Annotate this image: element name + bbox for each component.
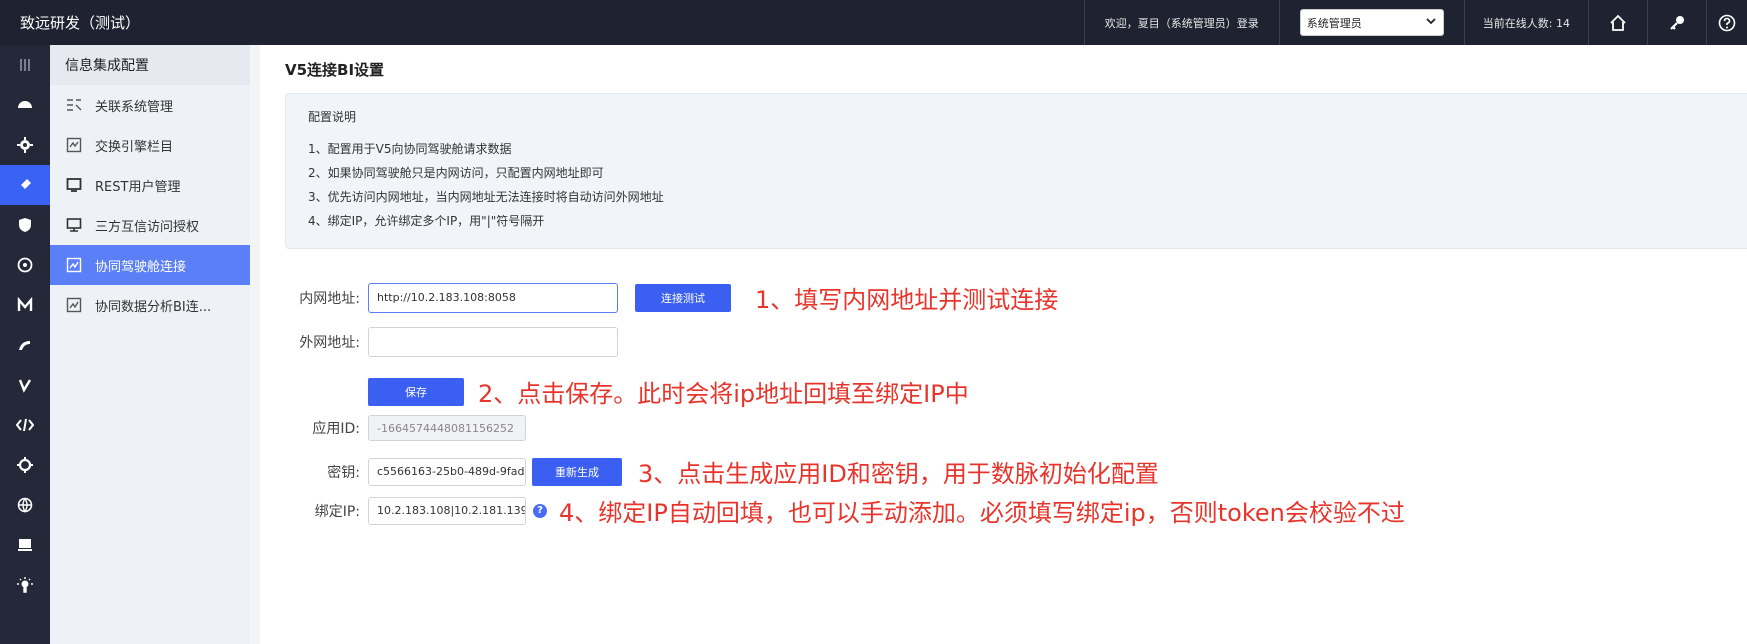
bindip-label: 绑定IP: bbox=[314, 503, 360, 520]
extranet-input[interactable] bbox=[368, 327, 618, 357]
regenerate-button[interactable]: 重新生成 bbox=[532, 457, 622, 486]
top-bar-right: 欢迎，夏目（系统管理员）登录 系统管理员 当前在线人数: 14 bbox=[1083, 0, 1747, 45]
role-select-wrap: 系统管理员 bbox=[1280, 0, 1464, 45]
annotation-2: 2、点击保存。此时会将ip地址回填至绑定IP中 bbox=[478, 380, 969, 408]
submenu-item-label: REST用户管理 bbox=[95, 179, 181, 195]
submenu-item-label: 三方互信访问授权 bbox=[95, 219, 200, 235]
relation-icon bbox=[65, 96, 83, 114]
app-title: 致远研发（测试） bbox=[20, 14, 141, 32]
home-icon[interactable] bbox=[1589, 0, 1647, 45]
v-icon[interactable] bbox=[0, 365, 50, 405]
bindip-row: 绑定IP: 10.2.183.108|10.2.181.139| ? 4、绑定I… bbox=[260, 493, 1405, 528]
welcome-text: 欢迎，夏目（系统管理员）登录 bbox=[1104, 16, 1259, 30]
cockpit-icon bbox=[65, 256, 83, 274]
intranet-row: 内网地址: http://10.2.183.108:8058 连接测试 1、填写… bbox=[260, 280, 1058, 315]
submenu-item-label: 协同数据分析BI连... bbox=[95, 299, 212, 315]
main-content: V5连接BI设置 配置说明 1、配置用于V5向协同驾驶舱请求数据 2、如果协同驾… bbox=[260, 45, 1747, 644]
key-icon[interactable] bbox=[1648, 0, 1706, 45]
page-title: V5连接BI设置 bbox=[285, 61, 385, 79]
computer-icon bbox=[65, 216, 83, 234]
globe-icon[interactable] bbox=[0, 485, 50, 525]
bi-icon bbox=[65, 296, 83, 314]
submenu-item-trust[interactable]: 三方互信访问授权 bbox=[50, 205, 250, 245]
submenu-item-cockpit[interactable]: 协同驾驶舱连接 bbox=[50, 245, 250, 285]
top-bar: 致远研发（测试） 欢迎，夏目（系统管理员）登录 系统管理员 当前在线人数: 14 bbox=[0, 0, 1747, 45]
chevron-down-icon bbox=[1425, 15, 1437, 30]
m-icon[interactable] bbox=[0, 285, 50, 325]
annotation-4: 4、绑定IP自动回填，也可以手动添加。必须填写绑定ip，否则token会校验不过 bbox=[559, 499, 1405, 527]
submenu-item-bi[interactable]: 协同数据分析BI连... bbox=[50, 285, 250, 325]
config-notes: 配置说明 1、配置用于V5向协同驾驶舱请求数据 2、如果协同驾驶舱只是内网访问，… bbox=[285, 93, 1747, 249]
test-connection-button[interactable]: 连接测试 bbox=[635, 283, 731, 312]
intranet-input[interactable]: http://10.2.183.108:8058 bbox=[368, 282, 618, 313]
annotation-3: 3、点击生成应用ID和密钥，用于数脉初始化配置 bbox=[638, 460, 1159, 488]
key-label: 密钥: bbox=[327, 464, 360, 481]
extranet-row: 外网地址: bbox=[260, 327, 618, 357]
notes-title: 配置说明 bbox=[308, 110, 357, 124]
icon-rail bbox=[0, 45, 50, 644]
key-row: 密钥: c5566163-25b0-489d-9fad- 重新生成 3、点击生成… bbox=[260, 454, 1159, 489]
submenu-header: 信息集成配置 bbox=[50, 45, 250, 85]
submenu-item-rest[interactable]: REST用户管理 bbox=[50, 165, 250, 205]
integration-icon[interactable] bbox=[0, 165, 50, 205]
intranet-label: 内网地址: bbox=[299, 290, 360, 307]
submenu: 信息集成配置 关联系统管理 交换引擎栏目 REST用户管理 三方互信访问授权 协… bbox=[50, 45, 250, 644]
help-circle-icon[interactable] bbox=[1707, 0, 1747, 45]
appid-input: -1664574448081156252 bbox=[368, 415, 526, 441]
submenu-item-label: 交换引擎栏目 bbox=[95, 139, 174, 155]
role-select[interactable]: 系统管理员 bbox=[1299, 9, 1444, 36]
monitor-icon[interactable] bbox=[0, 525, 50, 565]
gear-icon[interactable] bbox=[0, 445, 50, 485]
save-row: 保存 2、点击保存。此时会将ip地址回填至绑定IP中 bbox=[260, 374, 969, 409]
submenu-item-label: 关联系统管理 bbox=[95, 99, 174, 115]
engine-icon bbox=[65, 136, 83, 154]
org-icon[interactable] bbox=[0, 245, 50, 285]
extranet-label: 外网地址: bbox=[299, 335, 360, 351]
dashboard-icon[interactable] bbox=[0, 85, 50, 125]
menu-icon[interactable] bbox=[0, 45, 50, 85]
save-button[interactable]: 保存 bbox=[368, 377, 464, 406]
online-count: 当前在线人数: 14 bbox=[1482, 16, 1570, 30]
role-select-value: 系统管理员 bbox=[1306, 16, 1362, 30]
hand-icon[interactable] bbox=[0, 325, 50, 365]
annotation-1: 1、填写内网地址并测试连接 bbox=[755, 286, 1059, 314]
code-icon[interactable] bbox=[0, 405, 50, 445]
appid-label: 应用ID: bbox=[312, 421, 360, 437]
key-input[interactable]: c5566163-25b0-489d-9fad- bbox=[368, 457, 526, 486]
settings-icon[interactable] bbox=[0, 125, 50, 165]
submenu-item-label: 协同驾驶舱连接 bbox=[95, 259, 187, 275]
shield-icon[interactable] bbox=[0, 205, 50, 245]
rest-icon bbox=[65, 176, 83, 194]
bindip-input[interactable]: 10.2.183.108|10.2.181.139| bbox=[368, 496, 526, 525]
help-icon[interactable]: ? bbox=[533, 503, 547, 518]
note-line: 2、如果协同驾驶舱只是内网访问，只配置内网地址即可 bbox=[308, 166, 604, 180]
note-line: 1、配置用于V5向协同驾驶舱请求数据 bbox=[308, 142, 512, 156]
submenu-item-engine[interactable]: 交换引擎栏目 bbox=[50, 125, 250, 165]
light-icon[interactable] bbox=[0, 565, 50, 605]
note-line: 4、绑定IP，允许绑定多个IP，用"|"符号隔开 bbox=[308, 214, 545, 228]
appid-row: 应用ID: -1664574448081156252 bbox=[260, 415, 526, 441]
submenu-item-relation[interactable]: 关联系统管理 bbox=[50, 85, 250, 125]
note-line: 3、优先访问内网地址，当内网地址无法连接时将自动访问外网地址 bbox=[308, 190, 664, 204]
